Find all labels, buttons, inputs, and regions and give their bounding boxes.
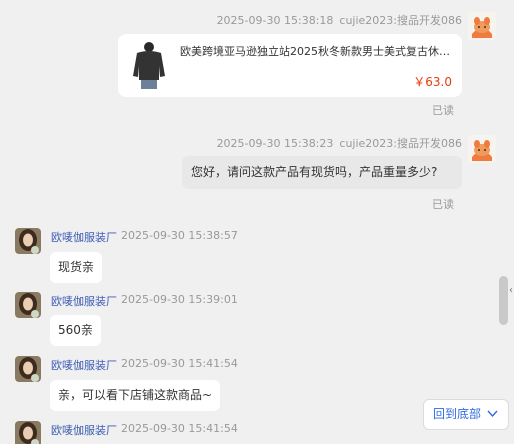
portrait-avatar-icon bbox=[15, 421, 41, 444]
chat-message-list[interactable]: 2025-09-30 15:38:18 cujie2023:搜品开发086 欧美跨… bbox=[0, 0, 514, 444]
back-to-bottom-label: 回到底部 bbox=[433, 407, 482, 421]
product-card[interactable]: 欧美跨境亚马逊独立站2025秋冬新款男士美式复古休闲... ￥63.0 bbox=[118, 34, 462, 97]
chevron-left-icon[interactable]: ‹ bbox=[509, 285, 513, 296]
product-thumbnail bbox=[130, 40, 168, 90]
message-timestamp: 2025-09-30 15:41:54 bbox=[121, 357, 238, 370]
sender-name[interactable]: 欧唛伽服装厂 bbox=[51, 422, 117, 438]
message-timestamp: 2025-09-30 15:41:54 bbox=[121, 422, 238, 435]
back-to-bottom-button[interactable]: 回到底部 bbox=[423, 399, 509, 430]
portrait-avatar-icon bbox=[15, 292, 41, 318]
seller-avatar bbox=[15, 421, 41, 444]
scrollbar-thumb[interactable] bbox=[499, 276, 508, 325]
message-bubble-incoming: 亲，可以看下店铺这款商品~ bbox=[50, 380, 221, 411]
message-sender: cujie2023:搜品开发086 bbox=[339, 14, 462, 27]
self-avatar bbox=[468, 135, 496, 163]
read-status: 已读 bbox=[432, 104, 454, 117]
seller-avatar bbox=[15, 228, 41, 254]
seller-avatar bbox=[15, 292, 41, 318]
self-avatar bbox=[468, 12, 496, 40]
message-meta: 2025-09-30 15:38:23 cujie2023:搜品开发086 bbox=[217, 135, 462, 151]
message-timestamp: 2025-09-30 15:38:23 bbox=[216, 137, 334, 150]
seller-avatar bbox=[15, 356, 41, 382]
portrait-avatar-icon bbox=[15, 356, 41, 382]
message-bubble-outgoing: 您好，请问这款产品有现货吗，产品重量多少? bbox=[182, 156, 462, 189]
message-bubble-incoming: 现货亲 bbox=[50, 252, 103, 283]
read-status: 已读 bbox=[432, 198, 454, 211]
sender-name[interactable]: 欧唛伽服装厂 bbox=[51, 357, 117, 373]
product-title[interactable]: 欧美跨境亚马逊独立站2025秋冬新款男士美式复古休闲... bbox=[180, 43, 456, 59]
cartoon-avatar-icon bbox=[468, 12, 496, 40]
cartoon-avatar-icon bbox=[468, 135, 496, 163]
message-timestamp: 2025-09-30 15:38:57 bbox=[121, 229, 238, 242]
sender-name[interactable]: 欧唛伽服装厂 bbox=[51, 293, 117, 309]
message-meta: 2025-09-30 15:38:18 cujie2023:搜品开发086 bbox=[217, 12, 462, 28]
product-price: ￥63.0 bbox=[413, 75, 452, 89]
message-bubble-incoming: 560亲 bbox=[50, 315, 101, 346]
chevron-down-icon bbox=[487, 400, 498, 440]
message-timestamp: 2025-09-30 15:38:18 bbox=[216, 14, 334, 27]
message-timestamp: 2025-09-30 15:39:01 bbox=[121, 293, 238, 306]
portrait-avatar-icon bbox=[15, 228, 41, 254]
message-sender: cujie2023:搜品开发086 bbox=[339, 137, 462, 150]
sender-name[interactable]: 欧唛伽服装厂 bbox=[51, 229, 117, 245]
